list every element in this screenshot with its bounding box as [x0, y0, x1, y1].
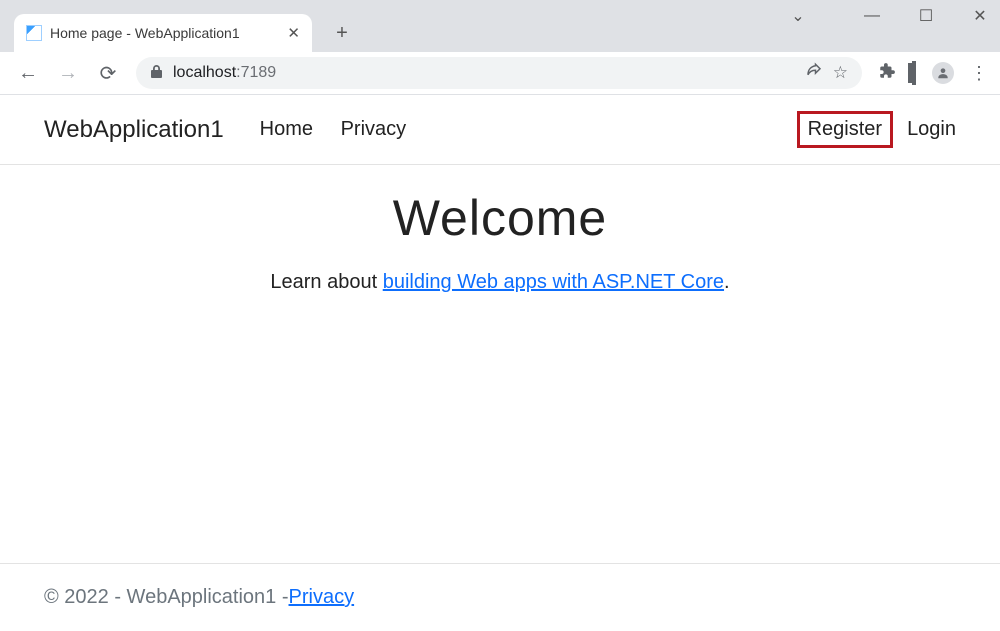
page: WebApplication1 Home Privacy Register Lo… [0, 95, 1000, 631]
site-footer: © 2022 - WebApplication1 - Privacy [0, 563, 1000, 631]
new-tab-button[interactable]: + [326, 17, 358, 49]
tab-title: Home page - WebApplication1 [50, 25, 287, 41]
browser-tab[interactable]: Home page - WebApplication1 ✕ [14, 14, 312, 52]
nav-privacy[interactable]: Privacy [341, 118, 407, 140]
lead-suffix: . [724, 271, 730, 293]
lead-text: Learn about building Web apps with ASP.N… [0, 271, 1000, 294]
footer-privacy-link[interactable]: Privacy [289, 586, 355, 609]
window-dropdown-icon[interactable]: ⌄ [786, 4, 810, 28]
lead-link[interactable]: building Web apps with ASP.NET Core [383, 271, 724, 293]
tab-favicon-icon [26, 25, 42, 41]
window-minimize-icon[interactable]: — [860, 4, 884, 28]
tab-strip: Home page - WebApplication1 ✕ + [14, 14, 358, 52]
nav-forward-icon[interactable]: → [56, 62, 80, 85]
window-maximize-icon[interactable]: ☐ [914, 4, 938, 28]
window-close-icon[interactable]: ✕ [968, 4, 992, 28]
url-text: localhost:7189 [173, 64, 276, 82]
main-content: Welcome Learn about building Web apps wi… [0, 165, 1000, 563]
profile-avatar-icon[interactable] [932, 62, 954, 84]
browser-chrome: ⌄ — ☐ ✕ Home page - WebApplication1 ✕ + … [0, 0, 1000, 95]
url-host: localhost [173, 64, 236, 81]
footer-copyright: © 2022 - WebApplication1 - [44, 586, 289, 609]
brand[interactable]: WebApplication1 [44, 116, 224, 144]
page-heading: Welcome [0, 189, 1000, 247]
nav-register[interactable]: Register [797, 111, 893, 148]
url-box[interactable]: localhost:7189 ☆ [136, 57, 862, 89]
lock-icon [150, 64, 163, 82]
nav-reload-icon[interactable]: ⟳ [96, 61, 120, 86]
kebab-menu-icon[interactable]: ⋮ [970, 63, 988, 84]
bookmark-icon[interactable]: ☆ [833, 63, 848, 83]
side-panel-icon[interactable] [912, 63, 916, 84]
toolbar-right: ⋮ [878, 62, 988, 85]
extensions-icon[interactable] [878, 62, 896, 85]
address-bar: ← → ⟳ localhost:7189 ☆ ⋮ [0, 52, 1000, 95]
nav-home[interactable]: Home [260, 118, 313, 140]
share-icon[interactable] [805, 62, 823, 85]
nav-login[interactable]: Login [907, 118, 956, 141]
window-controls: ⌄ — ☐ ✕ [786, 4, 992, 28]
site-navbar: WebApplication1 Home Privacy Register Lo… [0, 95, 1000, 165]
nav-back-icon[interactable]: ← [16, 62, 40, 85]
tab-close-icon[interactable]: ✕ [287, 24, 300, 42]
url-port: :7189 [236, 64, 276, 81]
auth-links: Register Login [797, 111, 956, 148]
lead-prefix: Learn about [270, 271, 382, 293]
nav-links: Home Privacy [260, 118, 429, 141]
